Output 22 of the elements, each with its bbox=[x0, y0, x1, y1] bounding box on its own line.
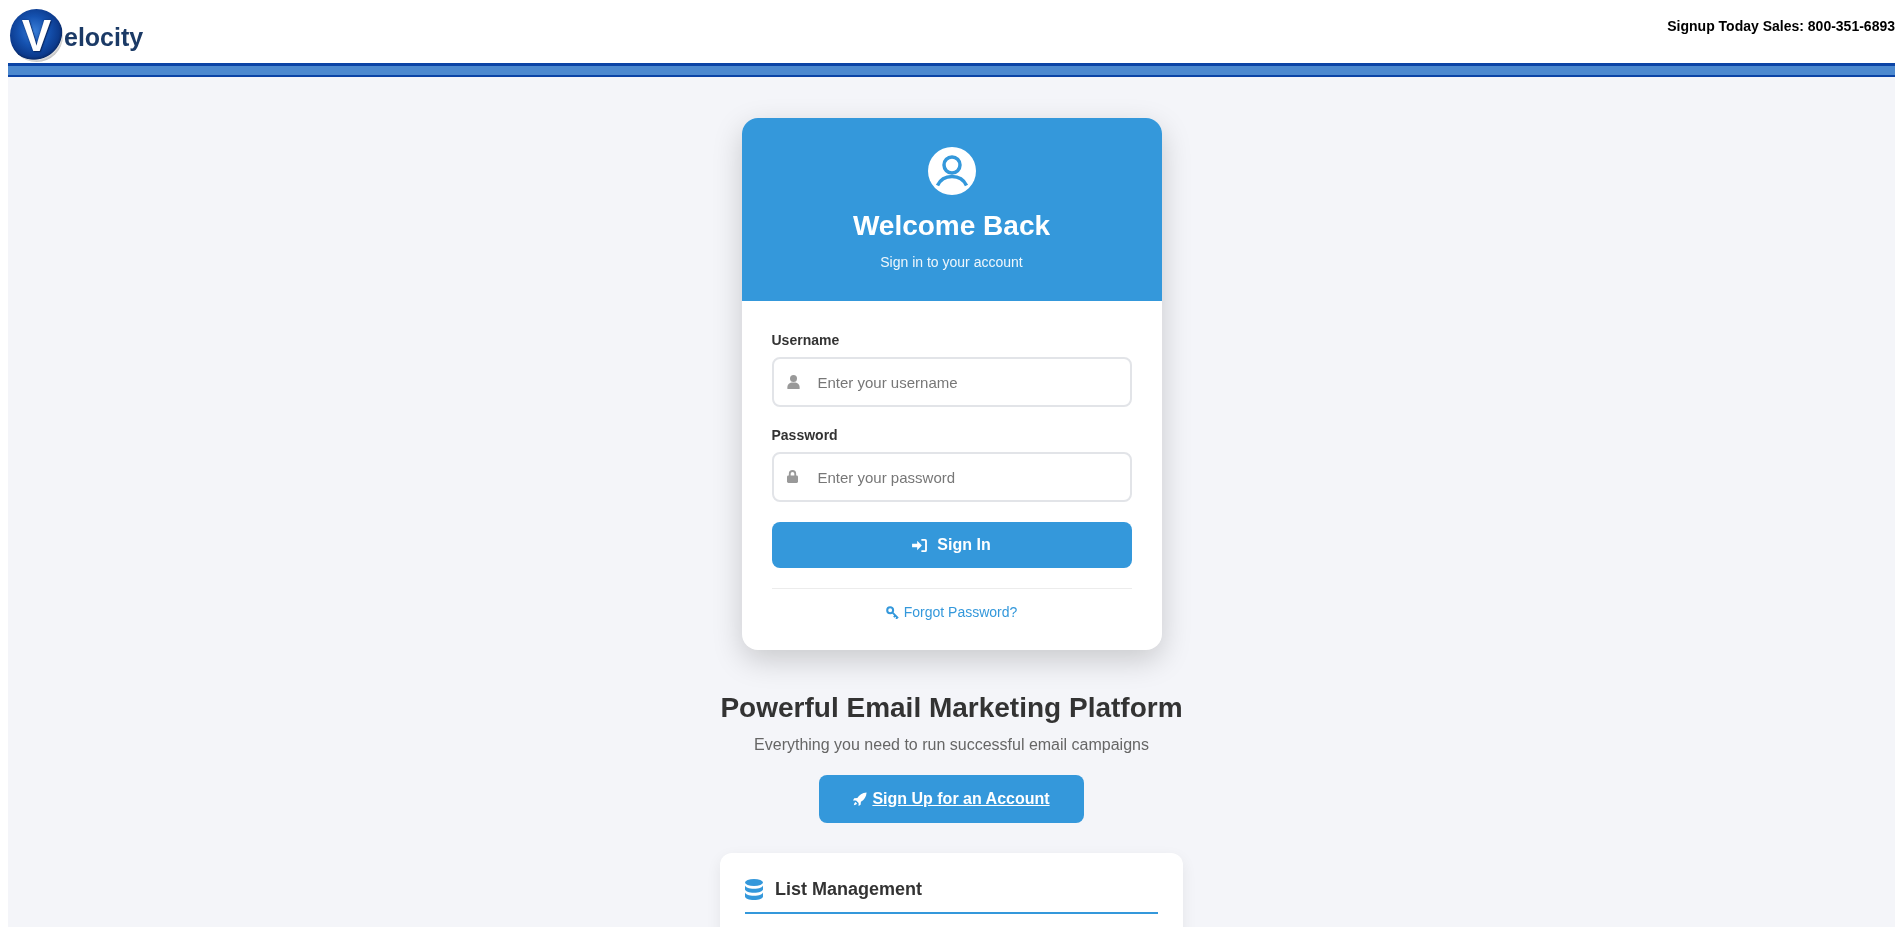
username-field[interactable]: Enter your username bbox=[771, 357, 1132, 407]
promo-title: Powerful Email Marketing Platform bbox=[720, 692, 1183, 724]
sign-in-button[interactable]: Sign In bbox=[771, 522, 1132, 568]
sign-in-icon bbox=[912, 538, 928, 552]
password-field[interactable]: Enter your password bbox=[771, 452, 1132, 502]
field-label: Username bbox=[771, 332, 840, 349]
user-circle-icon bbox=[927, 147, 976, 195]
logo-text: elocity bbox=[64, 25, 144, 50]
logo-badge: V bbox=[10, 9, 63, 62]
key-icon bbox=[885, 606, 899, 619]
field-label: Password bbox=[771, 427, 838, 444]
promo-subtitle: Everything you need to run successful email campaigns bbox=[754, 735, 1149, 754]
database-icon bbox=[745, 878, 763, 900]
welcome-subtitle: Sign in to your account bbox=[880, 254, 1023, 271]
rocket-icon bbox=[853, 792, 868, 806]
forgot-password-link[interactable]: Forgot Password? bbox=[885, 604, 1018, 621]
lock-icon bbox=[786, 470, 798, 483]
sales-phone-text: Signup Today Sales: 800-351-6893 bbox=[1667, 18, 1895, 34]
sign-up-button[interactable]: Sign Up for an Account bbox=[819, 775, 1084, 823]
person-icon bbox=[786, 375, 800, 389]
feature-title: List Management bbox=[775, 878, 923, 900]
welcome-title: Welcome Back bbox=[852, 210, 1051, 242]
